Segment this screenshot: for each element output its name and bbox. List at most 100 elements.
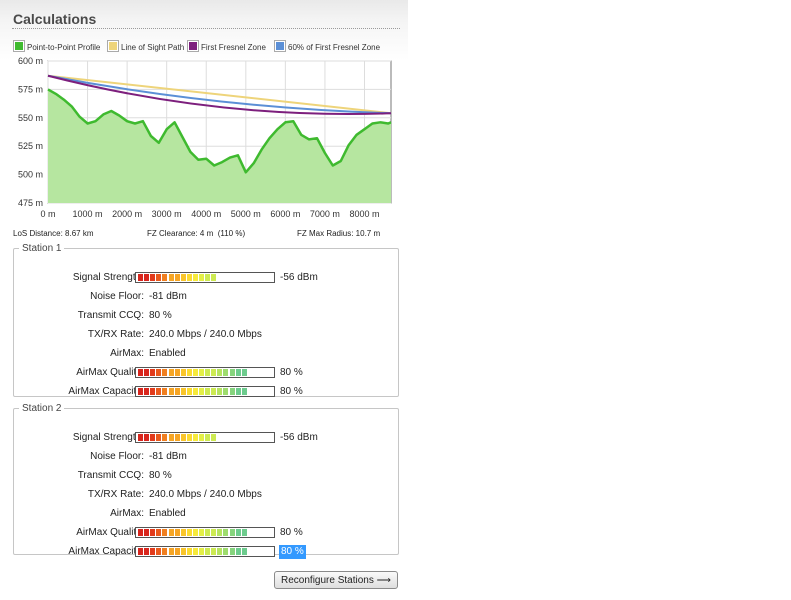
meter-segment [199,434,204,441]
station-1-panel: Station 1 Signal Strength: -56 dBm Noise… [13,243,399,397]
meter-segment [162,548,168,555]
legend-swatch-profile [14,41,24,51]
meter-segment [144,369,150,376]
noise-floor-row: Noise Floor: -81 dBm [14,290,398,304]
legend-item-los: Line of Sight Path [108,41,184,53]
los-distance: LoS Distance: 8.67 km [13,229,94,238]
meter-segment [162,529,168,536]
meter-segment [205,548,211,555]
transmit-ccq-value: 80 % [149,310,172,321]
meter-segment [168,548,174,555]
meter-segment [174,434,180,441]
meter-segment [144,388,150,395]
signal-strength-row: Signal Strength: -56 dBm [14,271,398,285]
meter-segment [168,388,174,395]
legend-label-profile: Point-to-Point Profile [27,43,101,52]
signal-strength-label: Signal Strength: [72,432,144,443]
noise-floor-row: Noise Floor: -81 dBm [14,450,398,464]
title-divider [12,28,400,29]
station-2-title: Station 2 [22,403,62,414]
meter-segment [186,388,192,395]
meter-segment [211,274,217,281]
meter-segment [229,529,235,536]
station-2-panel: Station 2 Signal Strength: -56 dBm Noise… [13,403,399,559]
transmit-ccq-label: Transmit CCQ: [77,470,144,481]
x-tick-label: 1000 m [73,209,103,219]
airmax-capacity-value[interactable]: 80 % [279,545,306,559]
meter-segment [156,434,162,441]
meter-segment [192,274,198,281]
airmax-capacity-row: AirMax Capacity: 80 % [14,545,398,559]
x-tick-label: 8000 m [349,209,379,219]
y-tick-label: 600 m [18,56,43,66]
signal-strength-meter [135,272,275,283]
airmax-capacity-label: AirMax Capacity: [68,546,144,557]
meter-segment [138,548,143,555]
meter-segment [223,529,229,536]
legend-swatch-fresnel [188,41,198,51]
airmax-capacity-meter [135,386,275,397]
reconfigure-stations-button[interactable]: Reconfigure Stations ⟶ [274,571,398,589]
meter-segment [192,434,198,441]
meter-segment [192,548,198,555]
meter-segment [150,434,156,441]
airmax-label: AirMax: [110,508,144,519]
legend-item-fresnel: First Fresnel Zone [188,41,266,53]
meter-segment [186,548,192,555]
meter-segment [199,529,204,536]
meter-segment [186,434,192,441]
signal-strength-row: Signal Strength: -56 dBm [14,431,398,445]
meter-segment [186,369,192,376]
meter-segment [168,529,174,536]
airmax-quality-row: AirMax Quality: 80 % [14,526,398,540]
meter-segment [138,388,143,395]
meter-segment [162,369,168,376]
meter-segment [144,434,150,441]
noise-floor-label: Noise Floor: [90,451,144,462]
legend-label-fresnel-60: 60% of First Fresnel Zone [288,43,381,52]
transmit-ccq-row: Transmit CCQ: 80 % [14,309,398,323]
meter-segment [144,274,150,281]
signal-strength-value: -56 dBm [280,432,318,443]
meter-segment [192,529,198,536]
x-tick-label: 0 m [40,209,55,219]
meter-segment [235,529,241,536]
meter-segment [241,388,247,395]
meter-segment [229,388,235,395]
meter-segment [144,529,150,536]
legend-item-fresnel-60: 60% of First Fresnel Zone [275,41,380,53]
fz-max-radius: FZ Max Radius: 10.7 m [297,229,381,238]
meter-segment [223,548,229,555]
meter-segment [211,369,217,376]
airmax-label: AirMax: [110,348,144,359]
meter-segment [229,369,235,376]
x-tick-label: 6000 m [270,209,300,219]
meter-segment [150,388,156,395]
meter-segment [217,548,223,555]
legend-label-fresnel: First Fresnel Zone [201,43,266,52]
txrx-rate-row: TX/RX Rate: 240.0 Mbps / 240.0 Mbps [14,328,398,342]
meter-segment [162,274,168,281]
meter-segment [211,548,217,555]
meter-segment [150,529,156,536]
meter-segment [168,434,174,441]
meter-segment [138,529,143,536]
meter-segment [235,388,241,395]
airmax-value: Enabled [149,348,186,359]
meter-segment [199,388,204,395]
meter-segment [235,548,241,555]
meter-segment [211,388,217,395]
meter-segment [199,274,204,281]
meter-segment [180,529,186,536]
y-tick-label: 500 m [18,170,43,180]
transmit-ccq-value: 80 % [149,470,172,481]
meter-segment [180,434,186,441]
airmax-quality-value: 80 % [280,367,303,378]
airmax-quality-row: AirMax Quality: 80 % [14,366,398,380]
transmit-ccq-row: Transmit CCQ: 80 % [14,469,398,483]
meter-segment [162,388,168,395]
meter-segment [186,274,192,281]
station-1-title: Station 1 [22,243,62,254]
meter-segment [150,369,156,376]
airmax-capacity-row: AirMax Capacity: 80 % [14,385,398,399]
